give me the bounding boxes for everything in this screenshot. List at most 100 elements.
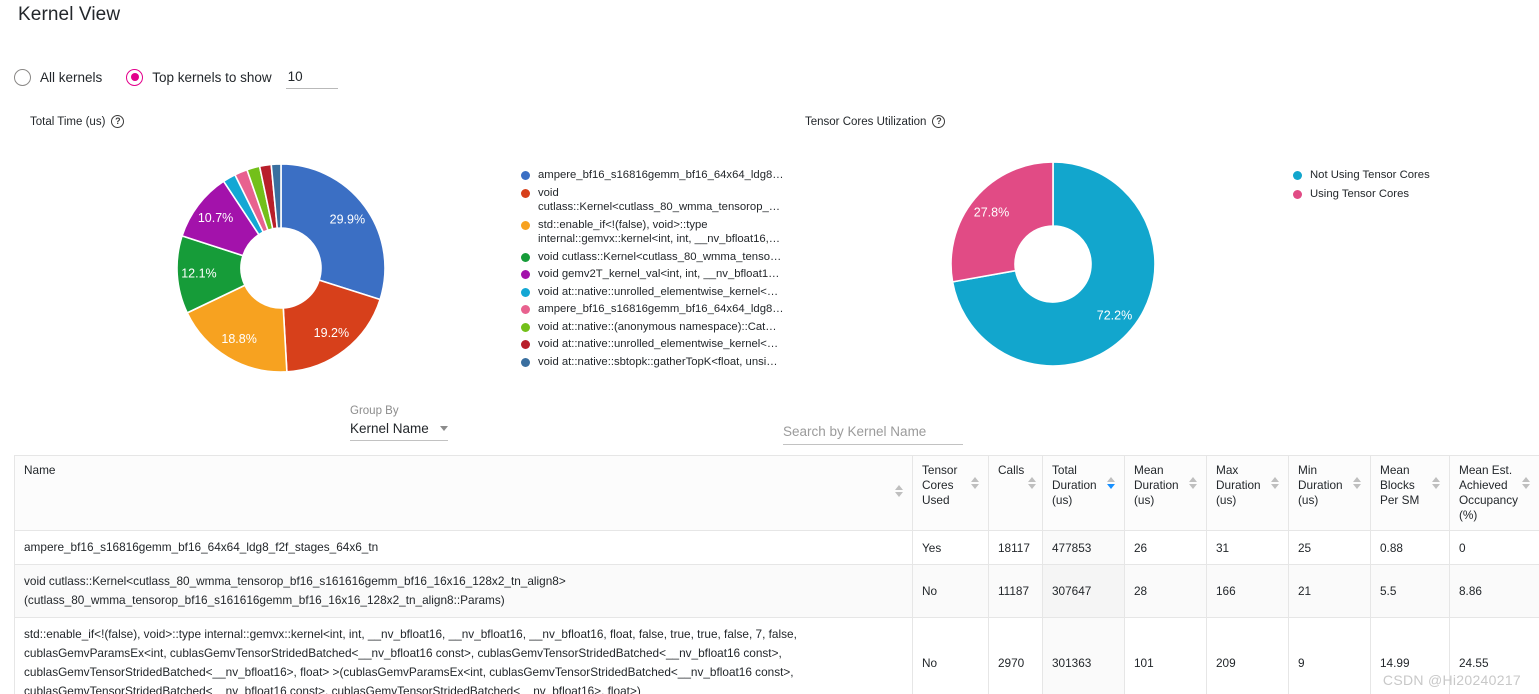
pie-slice-percent-label: 10.7% [198, 211, 233, 225]
pie-slice[interactable] [950, 161, 1054, 283]
sort-asc-icon [1189, 477, 1197, 482]
table-cell-mean-duration: 28 [1124, 564, 1207, 618]
legend-color-dot [521, 220, 530, 230]
sort-asc-icon [1522, 477, 1531, 482]
table-header-cell[interactable]: Mean Duration (us) [1124, 455, 1207, 531]
legend-item[interactable]: ampere_bf16_s16816gemm_bf16_64x64_ldg8… [521, 302, 793, 317]
column-sort-toggle[interactable] [895, 485, 903, 497]
legend-item[interactable]: Not Using Tensor Cores [1293, 168, 1523, 183]
table-cell-calls: 18117 [988, 530, 1043, 565]
group-by-caption: Group By [350, 405, 399, 417]
table-header-cell[interactable]: Mean Blocks Per SM [1370, 455, 1450, 531]
column-header-label: Mean Blocks Per SM [1380, 463, 1420, 507]
table-cell-calls: 2970 [988, 617, 1043, 694]
table-row[interactable]: ampere_bf16_s16816gemm_bf16_64x64_ldg8_f… [14, 530, 1539, 565]
help-icon[interactable]: ? [111, 115, 125, 128]
legend-color-dot [521, 322, 530, 332]
total-time-donut-chart[interactable]: 29.9% 19.2% 18.8% 12.1% 10.7% [175, 162, 387, 374]
column-sort-toggle[interactable] [1107, 477, 1115, 489]
legend-item-label: ampere_bf16_s16816gemm_bf16_64x64_ldg8… [538, 169, 784, 181]
legend-item-label: void at::native::(anonymous namespace)::… [538, 320, 777, 333]
top-kernels-input[interactable] [285, 65, 338, 89]
group-by-value: Kernel Name [350, 421, 429, 436]
tensor-cores-donut-chart[interactable]: 72.2% 27.8% [950, 161, 1156, 367]
sort-asc-icon [1432, 477, 1440, 482]
table-header-cell[interactable]: Total Duration (us) [1042, 455, 1125, 531]
sort-desc-icon [1353, 484, 1361, 489]
column-sort-toggle[interactable] [1189, 477, 1197, 489]
pie-slice[interactable] [280, 163, 386, 301]
column-header-label: Mean Est. Achieved Occupancy (%) [1459, 463, 1519, 522]
legend-item[interactable]: Using Tensor Cores [1293, 187, 1523, 202]
legend-item[interactable]: void cutlass::Kernel<cutlass_80_wmma_ten… [521, 250, 793, 265]
table-cell-mean-blocks-per-sm: 14.99 [1370, 617, 1450, 694]
column-sort-toggle[interactable] [1271, 477, 1279, 489]
group-by-dropdown[interactable]: Kernel Name [350, 421, 448, 441]
table-cell-tensor-cores-used: Yes [912, 530, 989, 565]
legend-item[interactable]: void at::native::(anonymous namespace)::… [521, 320, 793, 335]
column-sort-toggle[interactable] [1028, 477, 1037, 489]
legend-item-label: Not Using Tensor Cores [1310, 169, 1430, 181]
table-cell-max-duration: 209 [1206, 617, 1289, 694]
table-header-cell[interactable]: Calls [988, 455, 1043, 531]
legend-color-dot [521, 171, 530, 180]
legend-item[interactable]: void at::native::sbtopk::gatherTopK<floa… [521, 355, 793, 370]
search-input[interactable] [783, 424, 963, 445]
legend-item-label: void at::native::unrolled_elementwise_ke… [538, 285, 779, 298]
legend-item-label: ampere_bf16_s16816gemm_bf16_64x64_ldg8… [538, 303, 784, 315]
table-cell-mean-est-achieved-occupancy: 8.86 [1449, 564, 1539, 618]
legend-color-dot [521, 188, 530, 198]
pie-slice-percent-label: 18.8% [221, 332, 256, 346]
table-row[interactable]: void cutlass::Kernel<cutlass_80_wmma_ten… [14, 564, 1539, 618]
table-header-cell[interactable]: Mean Est. Achieved Occupancy (%) [1449, 455, 1539, 531]
table-header-cell[interactable]: Name [14, 455, 913, 531]
pie-slice-percent-label: 19.2% [314, 326, 349, 340]
legend-item[interactable]: void gemv2T_kernel_val<int, int, __nv_bf… [521, 267, 793, 282]
table-cell-name: void cutlass::Kernel<cutlass_80_wmma_ten… [14, 564, 913, 618]
legend-color-dot [1293, 189, 1302, 199]
sort-desc-icon [971, 484, 979, 489]
column-header-label: Max Duration (us) [1216, 463, 1261, 507]
legend-color-dot [1293, 171, 1302, 180]
legend-color-dot [521, 305, 530, 314]
tensor-cores-chart-label: Tensor Cores Utilization ? [805, 115, 946, 128]
pie-slice-percent-label: 29.9% [330, 212, 365, 226]
legend-item[interactable]: void at::native::unrolled_elementwise_ke… [521, 337, 793, 352]
sort-desc-icon [895, 492, 903, 497]
sort-asc-icon [1353, 477, 1361, 482]
radio-all-kernels-indicator [14, 68, 31, 86]
table-row[interactable]: std::enable_if<!(false), void>::type int… [14, 617, 1539, 694]
column-sort-toggle[interactable] [1432, 477, 1440, 489]
legend-item-label: std::enable_if<!(false), void>::type int… [538, 218, 781, 246]
legend-item-label: Using Tensor Cores [1310, 187, 1409, 200]
table-cell-name: ampere_bf16_s16816gemm_bf16_64x64_ldg8_f… [14, 530, 913, 565]
sort-desc-icon [1522, 484, 1531, 489]
radio-all-kernels[interactable]: All kernels [14, 68, 102, 86]
sort-asc-icon [1107, 477, 1115, 482]
pie-slice-percent-label: 27.8% [974, 205, 1009, 219]
table-header-row: Name Tensor Cores Used Calls Total Durat… [14, 455, 1539, 531]
table-header-cell[interactable]: Tensor Cores Used [912, 455, 989, 531]
sort-desc-icon [1028, 484, 1037, 489]
table-cell-mean-blocks-per-sm: 5.5 [1370, 564, 1450, 618]
page-title: Kernel View [18, 4, 121, 25]
kernel-table-container[interactable]: Name Tensor Cores Used Calls Total Durat… [14, 455, 1539, 694]
legend-color-dot [521, 357, 530, 367]
legend-item[interactable]: void cutlass::Kernel<cutlass_80_wmma_ten… [521, 186, 793, 215]
sort-desc-icon [1271, 484, 1279, 489]
legend-color-dot [521, 287, 530, 297]
column-sort-toggle[interactable] [971, 477, 979, 489]
radio-top-kernels[interactable]: Top kernels to show [126, 68, 272, 86]
legend-item[interactable]: std::enable_if<!(false), void>::type int… [521, 218, 793, 247]
help-icon[interactable]: ? [932, 115, 946, 128]
column-sort-toggle[interactable] [1353, 477, 1361, 489]
column-header-label: Name [24, 463, 56, 477]
legend-item[interactable]: ampere_bf16_s16816gemm_bf16_64x64_ldg8… [521, 168, 793, 183]
table-cell-mean-blocks-per-sm: 0.88 [1370, 530, 1450, 565]
table-header-cell[interactable]: Max Duration (us) [1206, 455, 1289, 531]
table-header-cell[interactable]: Min Duration (us) [1288, 455, 1371, 531]
legend-item[interactable]: void at::native::unrolled_elementwise_ke… [521, 285, 793, 300]
table-cell-name: std::enable_if<!(false), void>::type int… [14, 617, 913, 694]
column-sort-toggle[interactable] [1522, 477, 1531, 489]
table-cell-mean-est-achieved-occupancy: 24.55 [1449, 617, 1539, 694]
